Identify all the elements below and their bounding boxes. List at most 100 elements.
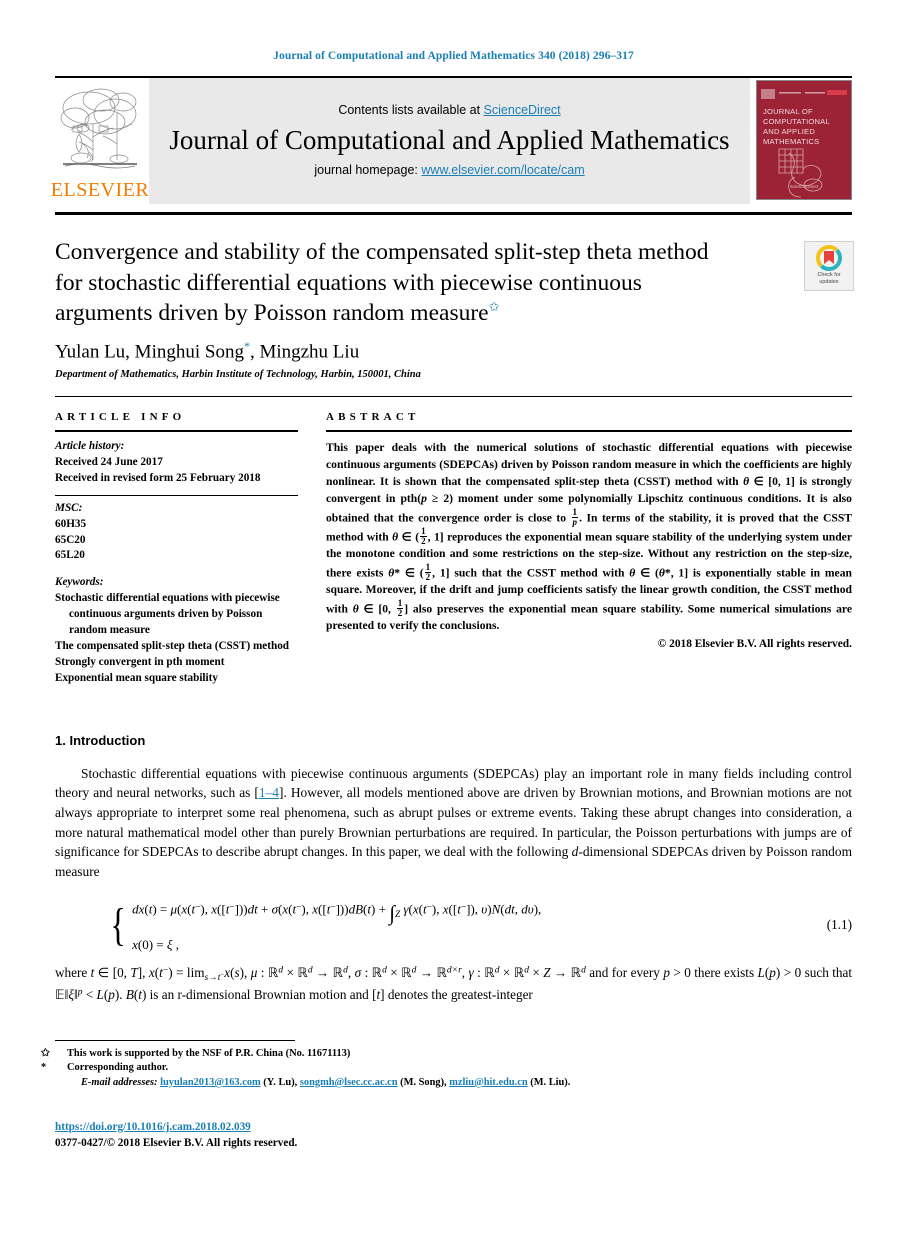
citation-link-1-4[interactable]: 1–4 (259, 785, 279, 800)
keyword-2: Strongly convergent in pth moment (55, 655, 225, 668)
article-history: Article history: Received 24 June 2017 R… (55, 439, 298, 487)
msc-code-2: 65L20 (55, 549, 85, 562)
doi-block: https://doi.org/10.1016/j.cam.2018.02.03… (55, 1120, 297, 1152)
journal-band: Contents lists available at ScienceDirec… (149, 78, 750, 204)
article-history-received: Received 24 June 2017 (55, 455, 163, 468)
fraction-one-over-p: 1p (571, 506, 579, 527)
contents-prefix: Contents lists available at (338, 102, 484, 117)
elsevier-logo: ELSEVIER (51, 78, 149, 204)
introduction-paragraph: Stochastic differential equations with p… (55, 764, 852, 882)
funding-marker: ✩ (41, 1048, 50, 1059)
footnote-corresponding: * Corresponding author. (41, 1061, 850, 1075)
cover-topbar (761, 86, 847, 99)
msc-rule (55, 494, 298, 496)
cover-footer-text: ScienceDirect (789, 184, 819, 190)
sciencedirect-link[interactable]: ScienceDirect (484, 103, 561, 117)
contents-available-line: Contents lists available at ScienceDirec… (338, 103, 560, 117)
keyword-1: The compensated split-step theta (CSST) … (55, 639, 290, 652)
crossmark-label: Check for updates (817, 272, 840, 286)
journal-masthead: ELSEVIER Contents lists available at Sci… (51, 76, 852, 204)
authors-head: Yulan Lu, Minghui Song (55, 340, 244, 362)
keywords-label: Keywords: (55, 576, 104, 589)
keyword-0: Stochastic differential equations with p… (55, 592, 280, 637)
article-info-column: ARTICLE INFO Article history: Received 2… (55, 411, 298, 687)
article-history-label: Article history: (55, 439, 125, 452)
paper-title-text: Convergence and stability of the compens… (55, 239, 709, 327)
equation-1-1-lines: dx(t) = μ(x(t−), x([t−]))dt + σ(x(t−), x… (132, 894, 541, 957)
introduction-section: 1. Introduction Stochastic differential … (55, 733, 852, 1005)
crossmark-line2: updates (819, 278, 839, 285)
masthead-bottom-rule (55, 212, 852, 215)
elsevier-wordmark: ELSEVIER (50, 179, 150, 201)
keywords-block: Keywords: Stochastic differential equati… (55, 575, 298, 686)
corresponding-marker-fn: * (41, 1062, 47, 1074)
fraction-one-half-1: 12 (420, 525, 427, 546)
equation-1-1-body: { dx(t) = μ(x(t−), x([t−]))dt + σ(x(t−),… (55, 894, 827, 957)
p-symbol-1: p (421, 491, 427, 505)
email-person-0: (Y. Lu) (263, 1076, 295, 1088)
email-link-0[interactable]: luyulan2013@163.com (160, 1077, 261, 1088)
doi-link[interactable]: https://doi.org/10.1016/j.cam.2018.02.03… (55, 1121, 251, 1133)
info-abstract-section: ARTICLE INFO Article history: Received 2… (55, 411, 852, 687)
abstract-copyright: © 2018 Elsevier B.V. All rights reserved… (657, 638, 852, 651)
journal-title: Journal of Computational and Applied Mat… (169, 124, 730, 155)
footnote-funding: ✩ This work is supported by the NSF of P.… (41, 1047, 850, 1061)
affiliation: Department of Mathematics, Harbin Instit… (55, 368, 421, 380)
cover-journal-title: JOURNAL OF COMPUTATIONAL AND APPLIED MAT… (763, 107, 830, 147)
homepage-prefix: journal homepage: (314, 163, 422, 178)
crossmark-line1: Check for (817, 272, 841, 278)
msc-block: MSC: 60H35 65C20 65L20 (55, 501, 298, 565)
msc-code-0: 60H35 (55, 517, 87, 530)
issn-copyright: 0377-0427/© 2018 Elsevier B.V. All right… (55, 1136, 298, 1149)
equation-1-1: { dx(t) = μ(x(t−), x([t−]))dt + σ(x(t−),… (55, 894, 852, 957)
funding-text: This work is supported by the NSF of P.R… (67, 1048, 351, 1059)
journal-homepage-line: journal homepage: www.elsevier.com/locat… (314, 163, 584, 177)
crossmark-badge[interactable]: Check for updates (804, 241, 854, 291)
abstract-part-8: also preserves the exponential mean squa… (326, 602, 852, 633)
email-link-1[interactable]: songmh@lsec.cc.ac.cn (300, 1077, 398, 1088)
post-equation-text: where t ∈ [0, T], x(t−) = lims→t−x(s), μ… (55, 964, 853, 1003)
email-link-2[interactable]: mzliu@hit.edu.cn (449, 1077, 527, 1088)
authors-tail: , Mingzhu Liu (249, 340, 360, 362)
article-info-rule (55, 429, 298, 432)
email-person-2: (M. Liu) (530, 1076, 568, 1088)
fraction-one-half-3: 12 (396, 598, 404, 619)
cover-figure-icon (778, 148, 823, 198)
theta-symbol-2: θ (392, 530, 399, 544)
author-list: Yulan Lu, Minghui Song*, Mingzhu Liu (55, 339, 852, 363)
fraction-one-half-2: 12 (424, 561, 432, 582)
email-person-1: (M. Song) (400, 1076, 445, 1088)
email-label: E-mail addresses: (81, 1076, 158, 1088)
theta-symbol-1: θ (743, 474, 750, 488)
article-info-heading: ARTICLE INFO (55, 410, 186, 423)
journal-homepage-link[interactable]: www.elsevier.com/locate/cam (421, 163, 584, 177)
crossmark-icon (816, 245, 842, 271)
title-bottom-rule (55, 395, 852, 397)
title-footnote-marker: ✩ (488, 299, 500, 315)
abstract-rule (326, 429, 852, 432)
elsevier-tree-icon (59, 82, 141, 178)
article-history-revised: Received in revised form 25 February 201… (55, 471, 261, 484)
msc-keywords-gap (55, 564, 298, 575)
equation-number: (1.1) (826, 917, 852, 933)
abstract-column: ABSTRACT This paper deals with the numer… (326, 411, 852, 687)
equation-brace: { (110, 899, 126, 951)
integral-subscript: Z (394, 909, 401, 920)
abstract-text: This paper deals with the numerical solu… (326, 440, 853, 633)
introduction-heading: 1. Introduction (55, 732, 146, 748)
msc-label: MSC: (55, 501, 83, 514)
keyword-3: Exponential mean square stability (55, 671, 218, 684)
equation-1-1-line-2: x(0) = ξ , (132, 936, 179, 952)
title-block: Convergence and stability of the compens… (55, 237, 854, 380)
corresponding-text: Corresponding author. (67, 1062, 169, 1074)
journal-cover-thumbnail: JOURNAL OF COMPUTATIONAL AND APPLIED MAT… (756, 80, 852, 200)
theta-star-symbol: θ (388, 566, 395, 580)
footnote-rule (55, 1040, 295, 1041)
msc-code-1: 65C20 (55, 533, 86, 546)
cover-footer: ScienceDirect (757, 184, 851, 191)
footnote-emails: E-mail addresses: luyulan2013@163.com (Y… (81, 1076, 571, 1088)
theta-symbol-3: θ (629, 566, 636, 580)
theta-symbol-4: θ (352, 602, 359, 616)
running-head: Journal of Computational and Applied Mat… (273, 50, 634, 62)
abstract-heading: ABSTRACT (326, 410, 420, 423)
